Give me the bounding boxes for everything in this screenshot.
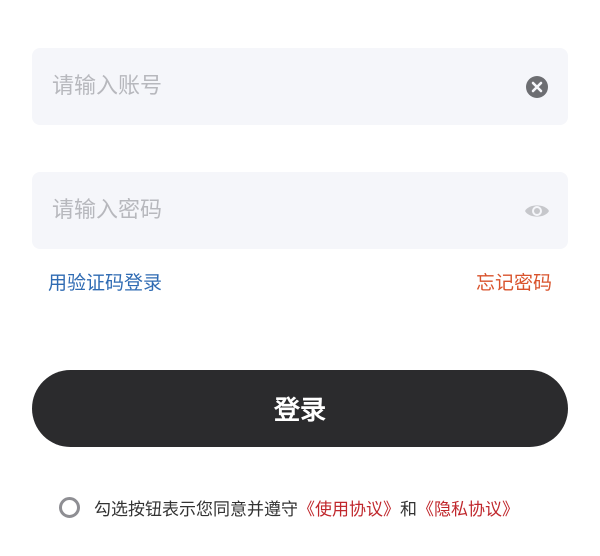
login-options-row: 用验证码登录 忘记密码: [48, 268, 552, 295]
password-input[interactable]: [52, 198, 492, 223]
privacy-policy-link[interactable]: 《隐私协议》: [417, 495, 519, 520]
sms-login-link[interactable]: 用验证码登录: [48, 268, 162, 295]
login-button[interactable]: 登录: [32, 370, 568, 447]
account-input[interactable]: [52, 74, 492, 99]
login-screen: 用验证码登录 忘记密码 登录 勾选按钮表示您同意并遵守 《使用协议》 和 《隐私…: [0, 0, 600, 556]
clear-circle-icon[interactable]: [524, 74, 550, 100]
terms-of-use-link[interactable]: 《使用协议》: [298, 495, 400, 520]
password-field: [32, 172, 568, 249]
eye-icon[interactable]: [524, 198, 550, 224]
account-field: [32, 48, 568, 125]
forgot-password-link[interactable]: 忘记密码: [476, 268, 552, 295]
agreement-conjunction: 和: [400, 499, 417, 520]
agreement-row: 勾选按钮表示您同意并遵守 《使用协议》 和 《隐私协议》: [59, 494, 519, 520]
agreement-radio[interactable]: [59, 496, 80, 518]
agreement-text: 勾选按钮表示您同意并遵守: [94, 499, 298, 520]
